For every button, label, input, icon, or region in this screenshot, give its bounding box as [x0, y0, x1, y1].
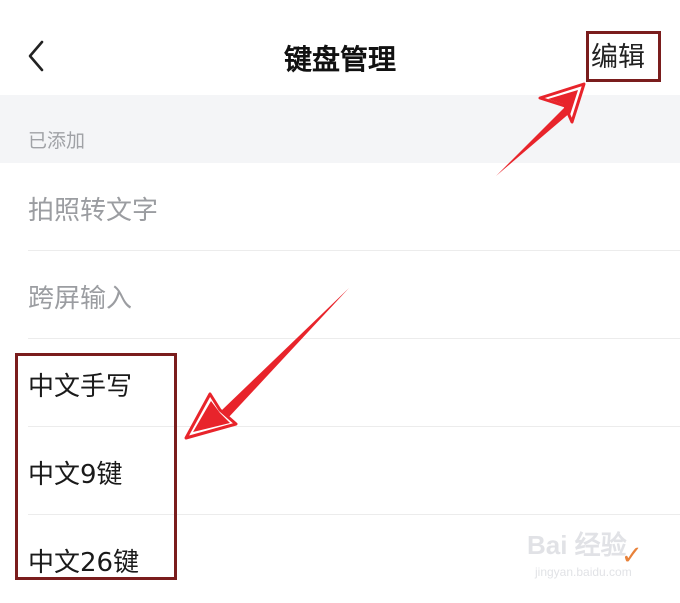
- list-item-label: 跨屏输入: [28, 284, 133, 314]
- page-title: 键盘管理: [283, 43, 396, 76]
- list-item-chinese-26-key[interactable]: 中文26键: [0, 515, 680, 603]
- checkmark-icon: ✓: [621, 541, 643, 571]
- list-item-label: 拍照转文字: [28, 196, 159, 226]
- list-item-label: 中文26键: [28, 548, 140, 578]
- list-item-photo-to-text[interactable]: 拍照转文字: [0, 163, 680, 251]
- edit-button[interactable]: 编辑: [591, 35, 645, 74]
- list-item-label: 中文手写: [28, 372, 133, 402]
- list-item-label: 中文9键: [28, 460, 123, 490]
- list-item-cross-screen-input[interactable]: 跨屏输入: [0, 251, 680, 339]
- section-label-added: 已添加: [28, 130, 86, 152]
- top-bar: 键盘管理 编辑: [0, 0, 680, 95]
- list-item-chinese-9-key[interactable]: 中文9键: [0, 427, 680, 515]
- list-item-chinese-handwriting[interactable]: 中文手写: [0, 339, 680, 427]
- section-header: [0, 95, 680, 163]
